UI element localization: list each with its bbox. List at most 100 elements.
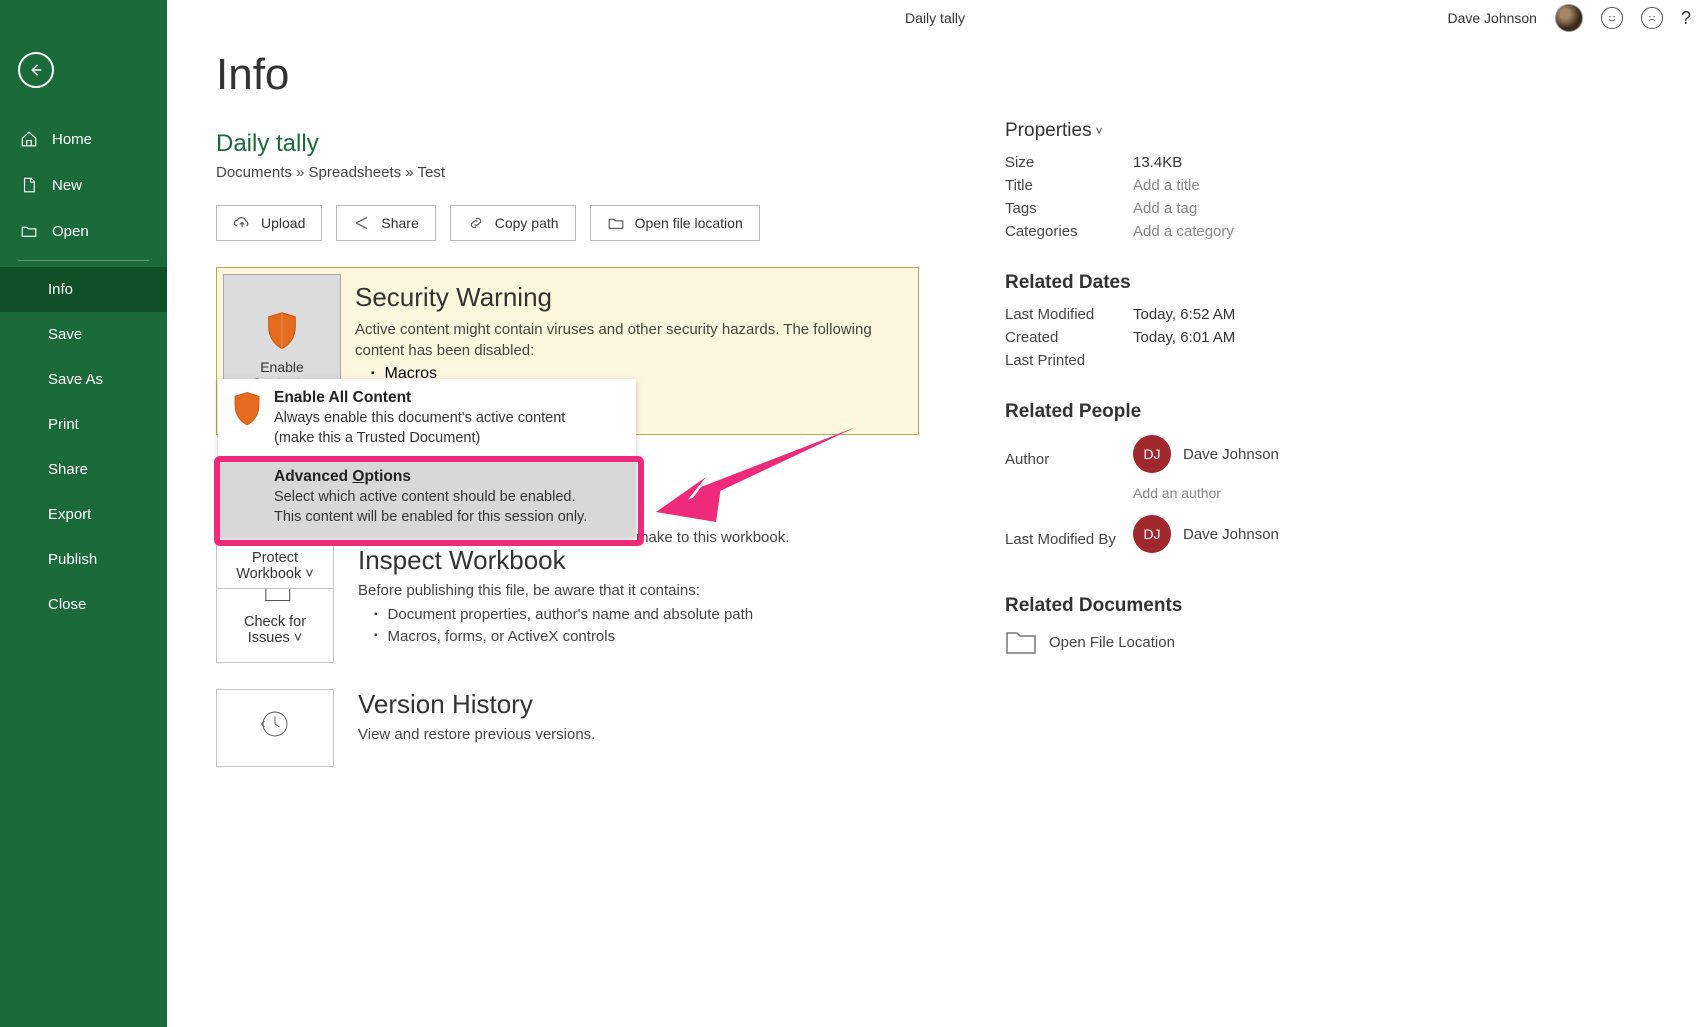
backstage-sidebar: Home New Open Info Save Save As Print Sh… <box>0 0 167 1027</box>
action-row: Upload Share Copy path Open file locatio… <box>216 205 1703 241</box>
prop-last-modified: Last ModifiedToday, 6:52 AM <box>1005 306 1365 323</box>
nav-info[interactable]: Info <box>0 267 167 312</box>
user-avatar[interactable] <box>1555 4 1583 32</box>
nav-label: Publish <box>48 551 97 568</box>
button-label: Protect <box>217 550 333 566</box>
protect-workbook-button[interactable]: Protect Workbook ˅ <box>216 541 334 589</box>
nav-print[interactable]: Print <box>0 402 167 447</box>
section-title: Version History <box>358 689 595 720</box>
title-bar: Daily tally Dave Johnson ? <box>167 0 1703 36</box>
feedback-frown-icon[interactable] <box>1641 7 1663 29</box>
inspect-bullet: Document properties, author's name and a… <box>374 604 753 626</box>
add-author-link[interactable]: Add an author <box>1133 485 1365 501</box>
button-label: Issues <box>248 630 290 646</box>
enable-content-dropdown: Enable All Content Always enable this do… <box>218 379 636 537</box>
chevron-down-icon: ˅ <box>294 630 302 646</box>
button-label: Copy path <box>495 215 559 231</box>
section-text: View and restore previous versions. <box>358 724 595 746</box>
folder-open-icon <box>20 222 38 240</box>
prop-title[interactable]: TitleAdd a title <box>1005 177 1365 194</box>
section-title: Inspect Workbook <box>358 545 753 576</box>
enable-all-content-item[interactable]: Enable All Content Always enable this do… <box>218 379 636 458</box>
modified-by-person[interactable]: DJ Dave Johnson <box>1133 515 1279 553</box>
nav-export[interactable]: Export <box>0 492 167 537</box>
main-content: Info Daily tally Documents » Spreadsheet… <box>216 50 1703 1027</box>
button-label: Open file location <box>635 215 743 231</box>
nav-save-as[interactable]: Save As <box>0 357 167 402</box>
author-label: Author <box>1005 451 1133 468</box>
button-label: Enable <box>260 359 304 375</box>
link-icon <box>467 214 485 232</box>
author-avatar: DJ <box>1133 435 1171 473</box>
cloud-upload-icon <box>233 214 251 232</box>
related-people-heading: Related People <box>1005 401 1365 423</box>
inspect-bullet: Macros, forms, or ActiveX controls <box>374 626 753 648</box>
nav-label: Share <box>48 461 88 478</box>
modifier-avatar: DJ <box>1133 515 1171 553</box>
item-desc: (make this a Trusted Document) <box>274 429 565 449</box>
back-button[interactable] <box>18 52 54 88</box>
nav-home[interactable]: Home <box>0 116 167 162</box>
version-history-button[interactable] <box>216 689 334 767</box>
nav-share[interactable]: Share <box>0 447 167 492</box>
upload-button[interactable]: Upload <box>216 205 322 241</box>
new-doc-icon <box>20 176 38 194</box>
nav-publish[interactable]: Publish <box>0 537 167 582</box>
prop-last-printed: Last Printed <box>1005 352 1365 369</box>
nav-label: Close <box>48 596 86 613</box>
author-person[interactable]: DJ Dave Johnson <box>1133 435 1279 473</box>
item-title: Enable All Content <box>274 389 565 407</box>
nav-label: Print <box>48 416 79 433</box>
item-desc: Always enable this document's active con… <box>274 409 565 429</box>
prop-created: CreatedToday, 6:01 AM <box>1005 329 1365 346</box>
frown-icon <box>1645 11 1659 25</box>
breadcrumb[interactable]: Documents » Spreadsheets » Test <box>216 164 1703 181</box>
prop-tags[interactable]: TagsAdd a tag <box>1005 200 1365 217</box>
help-button[interactable]: ? <box>1681 8 1691 29</box>
version-history-section: Version History View and restore previou… <box>216 689 976 767</box>
user-name[interactable]: Dave Johnson <box>1447 10 1537 26</box>
properties-heading[interactable]: Properties˅ <box>1005 120 1365 142</box>
nav-open[interactable]: Open <box>0 208 167 254</box>
page-title: Info <box>216 50 1703 100</box>
advanced-options-item[interactable]: Advanced Options Select which active con… <box>218 458 636 537</box>
properties-panel: Properties˅ Size13.4KB TitleAdd a title … <box>1005 120 1365 655</box>
home-icon <box>20 130 38 148</box>
copy-path-button[interactable]: Copy path <box>450 205 576 241</box>
nav-label: Open <box>52 223 89 240</box>
nav-label: Home <box>52 131 92 148</box>
chevron-down-icon: ˅ <box>1096 124 1103 138</box>
folder-icon <box>607 214 625 232</box>
shield-icon <box>232 391 262 425</box>
modifier-name: Dave Johnson <box>1183 526 1279 543</box>
warning-text: Active content might contain viruses and… <box>355 319 900 361</box>
prop-size: Size13.4KB <box>1005 154 1365 171</box>
share-button[interactable]: Share <box>336 205 435 241</box>
related-dates-heading: Related Dates <box>1005 272 1365 294</box>
item-title: Advanced Options <box>274 468 587 486</box>
open-file-location-link[interactable]: Open File Location <box>1005 629 1365 655</box>
file-name: Daily tally <box>216 130 1703 158</box>
history-icon <box>253 706 297 742</box>
nav-save[interactable]: Save <box>0 312 167 357</box>
warning-title: Security Warning <box>355 282 900 313</box>
button-label: Check for <box>244 614 306 630</box>
nav-close[interactable]: Close <box>0 582 167 627</box>
protect-text-tail: make to this workbook. <box>636 529 789 546</box>
feedback-smile-icon[interactable] <box>1601 7 1623 29</box>
related-docs-heading: Related Documents <box>1005 595 1365 617</box>
modified-by-label: Last Modified By <box>1005 531 1133 548</box>
folder-icon <box>1005 629 1037 655</box>
nav-new[interactable]: New <box>0 162 167 208</box>
prop-categories[interactable]: CategoriesAdd a category <box>1005 223 1365 240</box>
smile-icon <box>1605 11 1619 25</box>
open-location-button[interactable]: Open file location <box>590 205 760 241</box>
nav-label: Save <box>48 326 82 343</box>
chevron-down-icon: ˅ <box>305 566 313 582</box>
nav-label: Info <box>48 281 73 298</box>
author-name: Dave Johnson <box>1183 446 1279 463</box>
shield-icon <box>262 311 302 351</box>
section-text: Before publishing this file, be aware th… <box>358 580 753 602</box>
nav-divider <box>18 260 149 261</box>
share-icon <box>353 214 371 232</box>
